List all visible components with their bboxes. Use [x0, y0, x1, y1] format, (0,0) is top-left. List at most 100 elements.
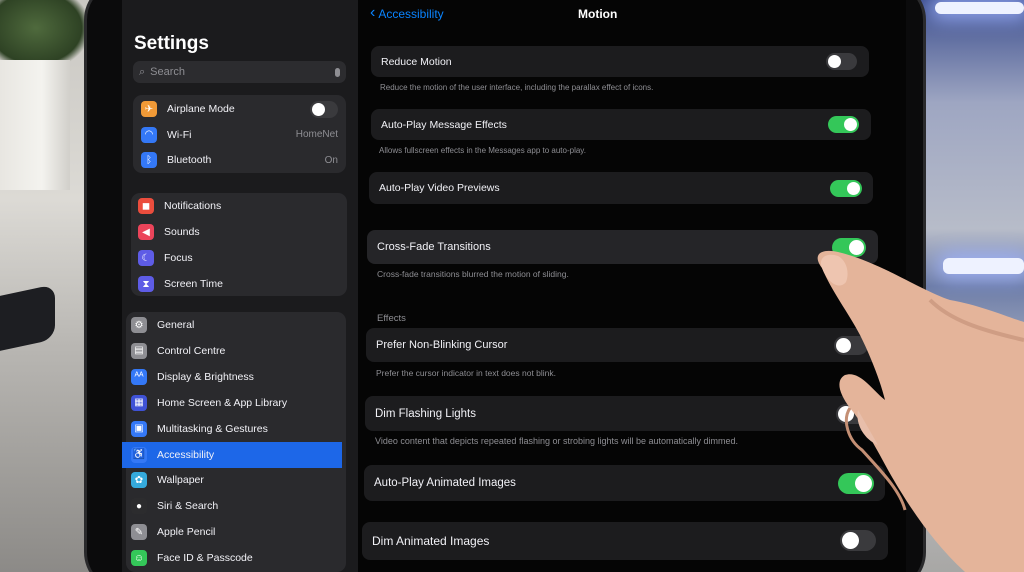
- sidebar-item-label: Sounds: [164, 226, 200, 238]
- sidebar-item-label: Display & Brightness: [157, 370, 254, 383]
- sidebar-item-multitasking-gestures[interactable]: ▣ Multitasking & Gestures: [131, 416, 345, 442]
- toggle-knob: [855, 475, 872, 492]
- search-icon: ⌕: [139, 65, 146, 78]
- bluetooth-icon: ᛒ: [141, 152, 157, 168]
- sidebar-item-focus[interactable]: ☾ Focus: [138, 245, 347, 271]
- gear-icon: ⚙: [131, 317, 147, 333]
- sidebar-item-label: Focus: [164, 252, 193, 264]
- multitasking-icon: ▣: [131, 420, 147, 437]
- sidebar-item-display-brightness[interactable]: ᴬᴬ Display & Brightness: [131, 364, 345, 390]
- auto-play-message-effects-row: Auto-Play Message Effects: [371, 109, 871, 140]
- chevron-left-icon: ‹: [370, 4, 376, 21]
- reduce-motion-row: Reduce Motion: [371, 46, 869, 77]
- dim-flashing-lights-label: Dim Flashing Lights: [375, 407, 476, 420]
- sliders-icon: ▤: [131, 342, 147, 359]
- sidebar-item-general[interactable]: ⚙ General: [131, 312, 345, 338]
- toggle-knob: [842, 532, 859, 549]
- auto-play-animated-images-row: Auto-Play Animated Images: [364, 465, 885, 501]
- page-title: Motion: [578, 7, 618, 21]
- sidebar-title: Settings: [134, 33, 209, 54]
- sidebar-item-label: Wallpaper: [157, 474, 204, 487]
- prefer-non-blinking-cursor-row: Prefer Non-Blinking Cursor: [366, 328, 881, 362]
- sidebar-item-label: Accessibility: [157, 448, 215, 461]
- wifi-icon: ◠: [141, 126, 157, 143]
- sidebar-item-bluetooth[interactable]: ᛒ Bluetooth On: [141, 147, 346, 173]
- sidebar-item-control-centre[interactable]: ▤ Control Centre: [131, 338, 345, 364]
- airplane-mode-toggle[interactable]: [310, 100, 338, 118]
- sidebar-item-label: Bluetooth: [167, 154, 212, 166]
- sidebar-item-notifications[interactable]: ◼ Notifications: [138, 193, 347, 219]
- bell-icon: ◼: [138, 198, 154, 214]
- toggle-knob: [849, 240, 864, 255]
- auto-play-video-previews-label: Auto-Play Video Previews: [379, 182, 500, 194]
- reduce-motion-toggle[interactable]: [826, 53, 857, 70]
- moon-icon: ☾: [138, 250, 154, 266]
- auto-play-message-footer: Allows fullscreen effects in the Message…: [379, 146, 586, 155]
- flower-icon: ✿: [131, 472, 147, 489]
- toggle-knob: [828, 55, 841, 68]
- dim-animated-images-row: Dim Animated Images: [362, 522, 888, 560]
- sidebar-item-apple-pencil[interactable]: ✎ Apple Pencil: [131, 519, 345, 545]
- sidebar-item-label: Face ID & Passcode: [157, 552, 253, 565]
- cross-fade-transitions-toggle[interactable]: [832, 238, 866, 257]
- back-label: Accessibility: [378, 7, 444, 21]
- sidebar-item-label: Siri & Search: [157, 500, 219, 513]
- auto-play-animated-images-toggle[interactable]: [838, 473, 874, 494]
- auto-play-video-previews-row: Auto-Play Video Previews: [369, 172, 873, 204]
- toggle-knob: [844, 118, 857, 131]
- airplane-icon: ✈: [141, 101, 157, 117]
- sidebar-item-label: Wi-Fi: [167, 128, 192, 141]
- microphone-icon[interactable]: [335, 67, 340, 77]
- hourglass-icon: ⧗: [138, 276, 154, 292]
- toggle-knob: [847, 182, 860, 195]
- sidebar-item-home-screen-app-library[interactable]: ▦ Home Screen & App Library: [131, 390, 345, 416]
- effects-section-header: Effects: [377, 313, 406, 324]
- dim-flashing-footer: Video content that depicts repeated flas…: [375, 436, 739, 446]
- toggle-knob: [836, 338, 851, 353]
- sidebar-item-wallpaper[interactable]: ✿ Wallpaper: [131, 467, 345, 493]
- faceid-icon: ☺: [131, 550, 147, 567]
- search-placeholder: Search: [150, 66, 186, 78]
- sidebar-item-label: Home Screen & App Library: [157, 396, 288, 409]
- speaker-icon: ◀: [138, 224, 154, 240]
- cross-fade-transitions-row: Cross-Fade Transitions: [367, 230, 878, 264]
- light-glow: [935, 2, 1024, 14]
- auto-play-message-effects-label: Auto-Play Message Effects: [381, 118, 507, 131]
- dim-flashing-lights-toggle[interactable]: [836, 404, 871, 424]
- sidebar-item-screen-time[interactable]: ⧗ Screen Time: [138, 271, 347, 297]
- sidebar-item-label: Multitasking & Gestures: [157, 422, 268, 435]
- sidebar-item-siri-search[interactable]: ● Siri & Search: [131, 493, 345, 519]
- reduce-motion-footer: Reduce the motion of the user interface,…: [380, 83, 654, 92]
- dim-animated-images-label: Dim Animated Images: [372, 534, 490, 548]
- auto-play-animated-images-label: Auto-Play Animated Images: [374, 477, 516, 489]
- auto-play-video-previews-toggle[interactable]: [830, 180, 862, 197]
- phone-object: [0, 284, 55, 351]
- dim-animated-images-toggle[interactable]: [840, 530, 876, 551]
- auto-play-message-effects-toggle[interactable]: [828, 116, 859, 133]
- sidebar-item-label: Airplane Mode: [167, 103, 235, 115]
- dim-flashing-lights-row: Dim Flashing Lights: [365, 396, 883, 431]
- sidebar-item-airplane-mode[interactable]: ✈ Airplane Mode: [141, 96, 346, 122]
- search-field[interactable]: ⌕ Search: [133, 61, 346, 83]
- sidebar-item-face-id-passcode[interactable]: ☺ Face ID & Passcode: [131, 545, 345, 571]
- grid-icon: ▦: [131, 394, 147, 411]
- sidebar-item-sounds[interactable]: ◀ Sounds: [138, 219, 347, 245]
- sidebar-item-label: General: [157, 319, 195, 331]
- back-button[interactable]: ‹ Accessibility: [370, 4, 444, 22]
- sidebar-item-accessibility[interactable]: ♿ Accessibility: [122, 441, 342, 468]
- sidebar-item-label: Notifications: [164, 200, 222, 212]
- brightness-icon: ᴬᴬ: [131, 368, 147, 385]
- non-blinking-footer: Prefer the cursor indicator in text does…: [376, 368, 557, 378]
- sidebar-item-label: Screen Time: [164, 278, 223, 290]
- cross-fade-footer: Cross-fade transitions blurred the motio…: [377, 269, 569, 279]
- prefer-non-blinking-cursor-toggle[interactable]: [834, 336, 868, 355]
- prefer-non-blinking-cursor-label: Prefer Non-Blinking Cursor: [376, 339, 508, 351]
- cross-fade-transitions-label: Cross-Fade Transitions: [377, 241, 491, 253]
- sidebar-item-label: Apple Pencil: [157, 526, 216, 539]
- pencil-icon: ✎: [131, 524, 147, 541]
- sidebar-item-value: On: [324, 154, 338, 166]
- reduce-motion-label: Reduce Motion: [381, 55, 452, 68]
- sidebar-item-wi-fi[interactable]: ◠ Wi-Fi HomeNet: [141, 122, 346, 148]
- toggle-knob: [838, 406, 854, 422]
- siri-icon: ●: [131, 498, 147, 515]
